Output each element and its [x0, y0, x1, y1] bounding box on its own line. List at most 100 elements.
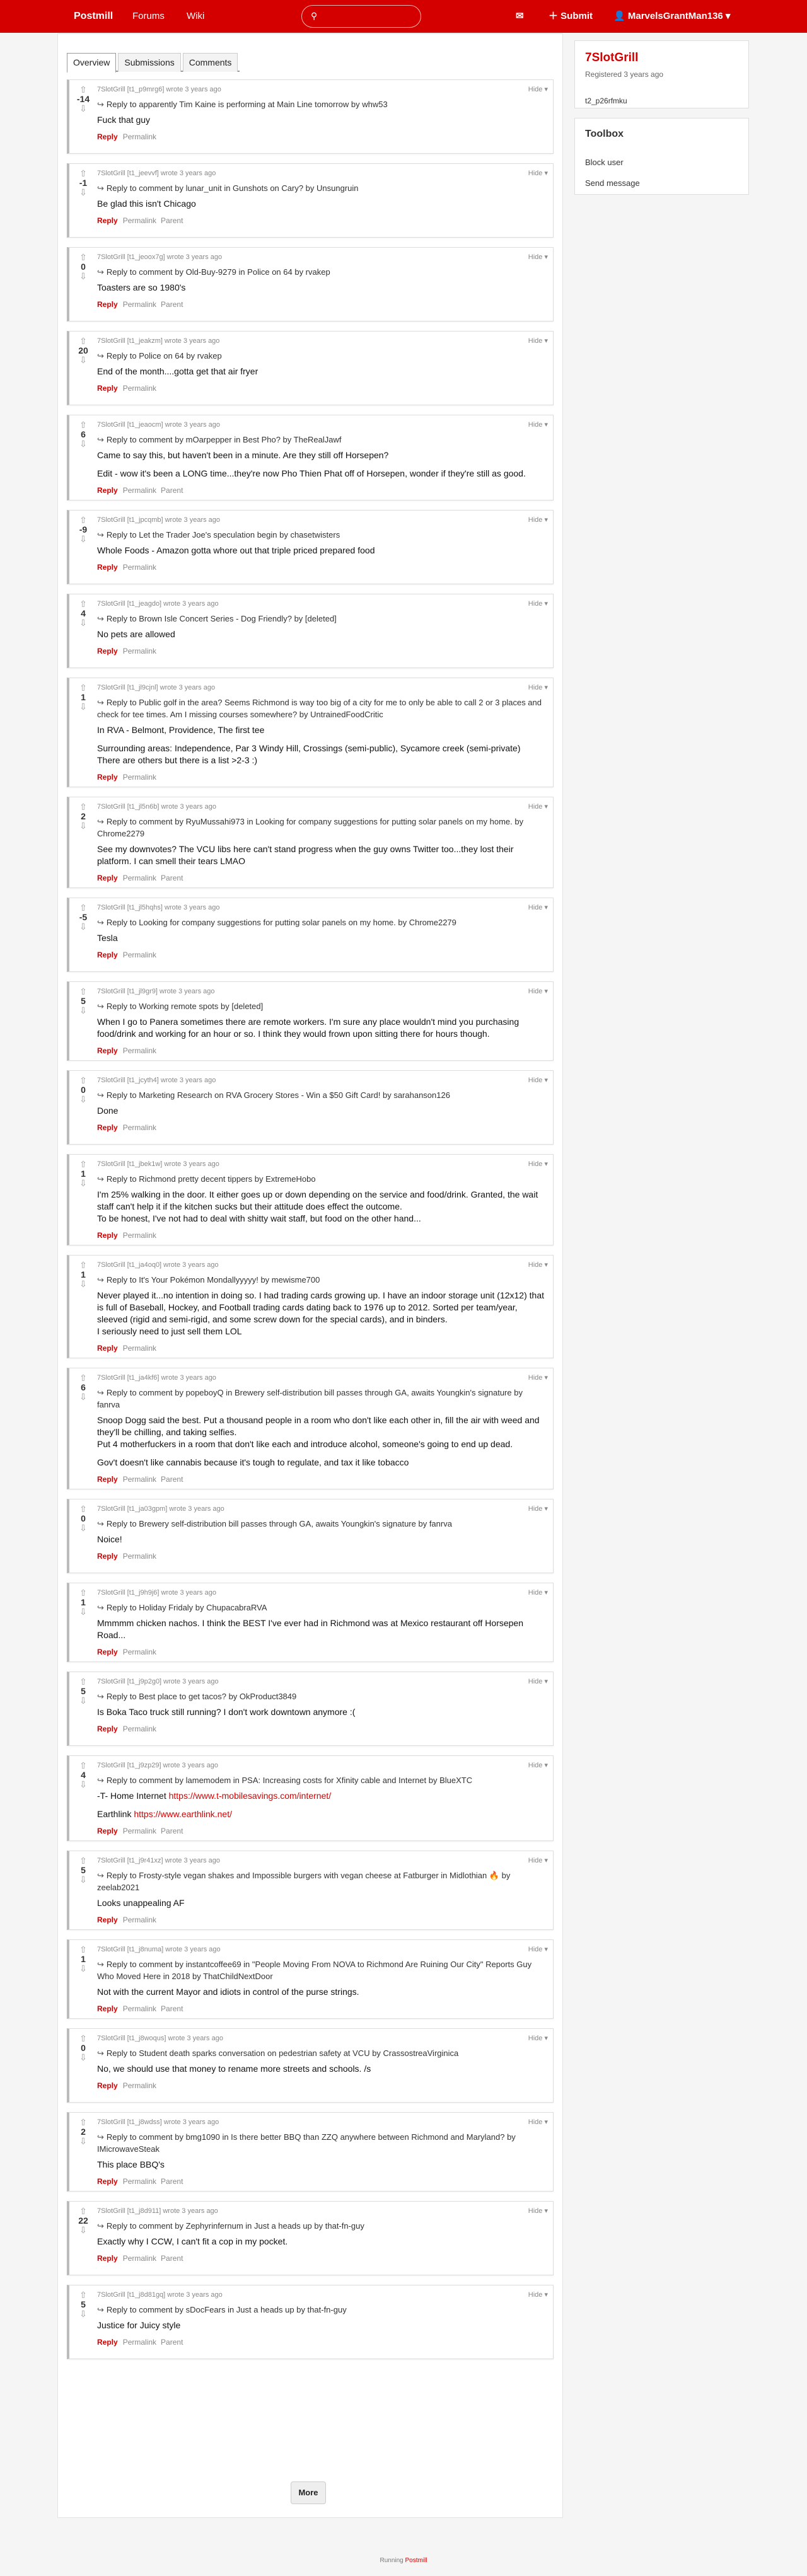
reply-context[interactable]: ↪ Reply to comment by mOarpepper in Best … [97, 434, 547, 446]
upvote-icon[interactable]: ⇧ [74, 1076, 92, 1085]
footer-link[interactable]: Postmill [405, 2557, 427, 2564]
upvote-icon[interactable]: ⇧ [74, 1588, 92, 1597]
reply-link[interactable]: Reply [97, 647, 118, 656]
downvote-icon[interactable]: ⇩ [74, 1607, 92, 1616]
permalink-link[interactable]: Permalink [123, 2338, 156, 2347]
parent-link[interactable]: Parent [161, 300, 183, 309]
upvote-icon[interactable]: ⇧ [74, 1373, 92, 1382]
hide-button[interactable]: Hide ▾ [528, 85, 548, 93]
hide-button[interactable]: Hide ▾ [528, 2290, 548, 2299]
permalink-link[interactable]: Permalink [123, 2004, 156, 2013]
permalink-link[interactable]: Permalink [123, 563, 156, 572]
downvote-icon[interactable]: ⇩ [74, 2053, 92, 2062]
permalink-link[interactable]: Permalink [123, 2177, 156, 2186]
reply-link[interactable]: Reply [97, 384, 118, 393]
more-button[interactable]: More [291, 2481, 326, 2504]
downvote-icon[interactable]: ⇩ [74, 821, 92, 830]
hide-button[interactable]: Hide ▾ [528, 599, 548, 608]
upvote-icon[interactable]: ⇧ [74, 2207, 92, 2215]
reply-context[interactable]: ↪ Reply to comment by bmg1090 in Is there… [97, 2131, 547, 2155]
parent-link[interactable]: Parent [161, 486, 183, 495]
reply-context[interactable]: ↪ Reply to comment by instantcoffee69 in … [97, 1958, 547, 1982]
downvote-icon[interactable]: ⇩ [74, 2137, 92, 2146]
submit-button[interactable]: ＋ Submit [549, 0, 593, 33]
hide-button[interactable]: Hide ▾ [528, 2034, 548, 2042]
hide-button[interactable]: Hide ▾ [528, 1373, 548, 1382]
downvote-icon[interactable]: ⇩ [74, 1964, 92, 1973]
parent-link[interactable]: Parent [161, 874, 183, 882]
downvote-icon[interactable]: ⇩ [74, 1696, 92, 1705]
downvote-icon[interactable]: ⇩ [74, 2226, 92, 2234]
parent-link[interactable]: Parent [161, 216, 183, 225]
upvote-icon[interactable]: ⇧ [74, 2290, 92, 2299]
permalink-link[interactable]: Permalink [123, 647, 156, 656]
reply-context[interactable]: ↪ Reply to Looking for company suggestion… [97, 916, 547, 928]
reply-link[interactable]: Reply [97, 1123, 118, 1132]
parent-link[interactable]: Parent [161, 2338, 183, 2347]
reply-link[interactable]: Reply [97, 2177, 118, 2186]
reply-context[interactable]: ↪ Reply to comment by Old-Buy-9279 in Pol… [97, 266, 547, 278]
send-message-link[interactable]: Send message [585, 178, 738, 188]
downvote-icon[interactable]: ⇩ [74, 1279, 92, 1288]
upvote-icon[interactable]: ⇧ [74, 1261, 92, 1269]
reply-context[interactable]: ↪ Reply to Brewery self-distribution bill… [97, 1518, 547, 1530]
hide-button[interactable]: Hide ▾ [528, 169, 548, 177]
reply-context[interactable]: ↪ Reply to Police on 64 by rvakep [97, 350, 547, 362]
brand-link[interactable]: Postmill [74, 0, 113, 33]
upvote-icon[interactable]: ⇧ [74, 903, 92, 912]
reply-link[interactable]: Reply [97, 563, 118, 572]
hide-button[interactable]: Hide ▾ [528, 683, 548, 691]
reply-link[interactable]: Reply [97, 1724, 118, 1733]
reply-link[interactable]: Reply [97, 1648, 118, 1656]
upvote-icon[interactable]: ⇧ [74, 169, 92, 178]
reply-link[interactable]: Reply [97, 1827, 118, 1835]
permalink-link[interactable]: Permalink [123, 300, 156, 309]
hide-button[interactable]: Hide ▾ [528, 903, 548, 911]
mail-icon[interactable]: ✉ [516, 0, 524, 33]
permalink-link[interactable]: Permalink [123, 1231, 156, 1240]
parent-link[interactable]: Parent [161, 2177, 183, 2186]
upvote-icon[interactable]: ⇧ [74, 420, 92, 429]
permalink-link[interactable]: Permalink [123, 1046, 156, 1055]
hide-button[interactable]: Hide ▾ [528, 1076, 548, 1084]
permalink-link[interactable]: Permalink [123, 1123, 156, 1132]
permalink-link[interactable]: Permalink [123, 950, 156, 959]
upvote-icon[interactable]: ⇧ [74, 1160, 92, 1169]
reply-context[interactable]: ↪ Reply to apparently Tim Kaine is perfor… [97, 98, 547, 110]
reply-link[interactable]: Reply [97, 300, 118, 309]
reply-link[interactable]: Reply [97, 950, 118, 959]
tab-submissions[interactable]: Submissions [118, 53, 181, 72]
upvote-icon[interactable]: ⇧ [74, 599, 92, 608]
upvote-icon[interactable]: ⇧ [74, 802, 92, 811]
reply-link[interactable]: Reply [97, 1552, 118, 1561]
reply-context[interactable]: ↪ Reply to Let the Trader Joe's speculati… [97, 529, 547, 541]
permalink-link[interactable]: Permalink [123, 1552, 156, 1561]
reply-link[interactable]: Reply [97, 486, 118, 495]
reply-link[interactable]: Reply [97, 2338, 118, 2347]
permalink-link[interactable]: Permalink [123, 1648, 156, 1656]
permalink-link[interactable]: Permalink [123, 216, 156, 225]
permalink-link[interactable]: Permalink [123, 2254, 156, 2263]
reply-context[interactable]: ↪ Reply to It's Your Pokémon Mondallyyyyy… [97, 1274, 547, 1286]
hide-button[interactable]: Hide ▾ [528, 987, 548, 995]
hide-button[interactable]: Hide ▾ [528, 1945, 548, 1953]
downvote-icon[interactable]: ⇩ [74, 1179, 92, 1187]
downvote-icon[interactable]: ⇩ [74, 272, 92, 280]
external-link[interactable]: https://www.earthlink.net/ [134, 1809, 232, 1819]
upvote-icon[interactable]: ⇧ [74, 1677, 92, 1686]
permalink-link[interactable]: Permalink [123, 874, 156, 882]
permalink-link[interactable]: Permalink [123, 2081, 156, 2090]
hide-button[interactable]: Hide ▾ [528, 1761, 548, 1769]
reply-link[interactable]: Reply [97, 1344, 118, 1353]
hide-button[interactable]: Hide ▾ [528, 1261, 548, 1269]
profile-name[interactable]: 7SlotGrill [585, 51, 738, 65]
upvote-icon[interactable]: ⇧ [74, 2034, 92, 2043]
reply-link[interactable]: Reply [97, 1046, 118, 1055]
reply-context[interactable]: ↪ Reply to Brown Isle Concert Series - Do… [97, 613, 547, 625]
upvote-icon[interactable]: ⇧ [74, 337, 92, 345]
permalink-link[interactable]: Permalink [123, 1344, 156, 1353]
external-link[interactable]: https://www.t-mobilesavings.com/internet… [169, 1791, 332, 1801]
downvote-icon[interactable]: ⇩ [74, 1875, 92, 1884]
reply-context[interactable]: ↪ Reply to comment by Zephyrinfernum in J… [97, 2220, 547, 2232]
downvote-icon[interactable]: ⇩ [74, 1095, 92, 1104]
